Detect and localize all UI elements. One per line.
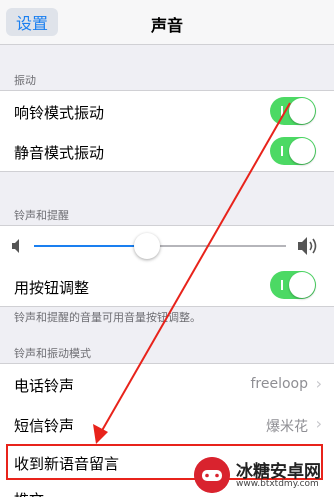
watermark: 冰糖安卓网 www.btxtdmy.com [194,455,330,495]
annotation-arrow [93,102,291,444]
watermark-url: www.btxtdmy.com [236,479,319,489]
watermark-logo-icon [194,457,230,493]
